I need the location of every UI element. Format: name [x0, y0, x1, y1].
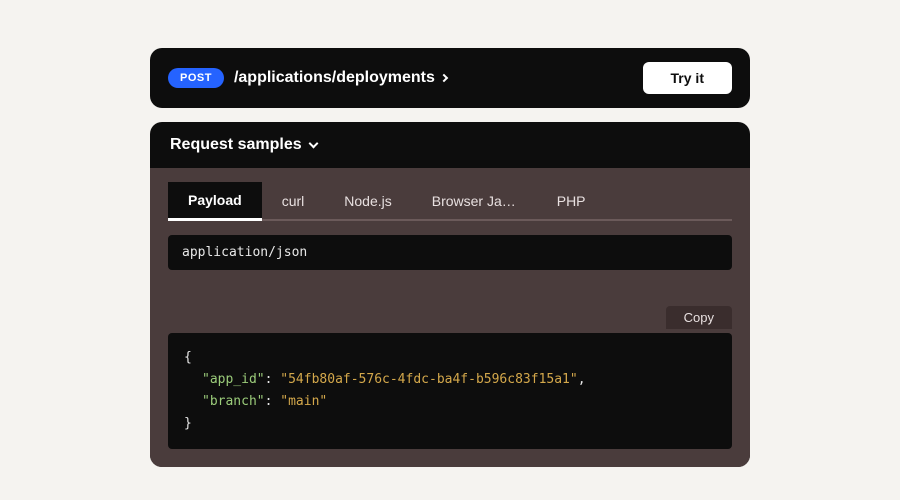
endpoint-bar: POST /applications/deployments Try it [150, 48, 750, 108]
copy-row: Copy [168, 306, 732, 329]
tab-php[interactable]: PHP [537, 182, 606, 219]
brace-open: { [184, 350, 192, 365]
http-method-badge: POST [168, 68, 224, 88]
request-samples-panel: Request samples Payload curl Node.js Bro… [150, 122, 750, 467]
brace-close: } [184, 416, 192, 431]
request-samples-body: Payload curl Node.js Browser Jav… PHP ap… [150, 168, 750, 467]
payload-code-block: { "app_id": "54fb80af-576c-4fdc-ba4f-b59… [168, 333, 732, 449]
tab-payload[interactable]: Payload [168, 182, 262, 221]
payload-line-2: "branch": "main" [184, 391, 716, 413]
request-samples-title: Request samples [170, 136, 302, 154]
chevron-down-icon [308, 139, 318, 149]
request-samples-header[interactable]: Request samples [150, 122, 750, 168]
tab-browser-js[interactable]: Browser Jav… [412, 182, 537, 219]
endpoint-path[interactable]: /applications/deployments [234, 69, 633, 87]
payload-line-1: "app_id": "54fb80af-576c-4fdc-ba4f-b596c… [184, 369, 716, 391]
copy-button[interactable]: Copy [666, 306, 732, 329]
tab-curl[interactable]: curl [262, 182, 325, 219]
content-type-display[interactable]: application/json [168, 235, 732, 270]
try-it-button[interactable]: Try it [643, 62, 732, 94]
tab-nodejs[interactable]: Node.js [324, 182, 411, 219]
endpoint-path-text: /applications/deployments [234, 69, 435, 87]
chevron-right-icon [440, 74, 448, 82]
sample-tabs: Payload curl Node.js Browser Jav… PHP [168, 182, 732, 221]
